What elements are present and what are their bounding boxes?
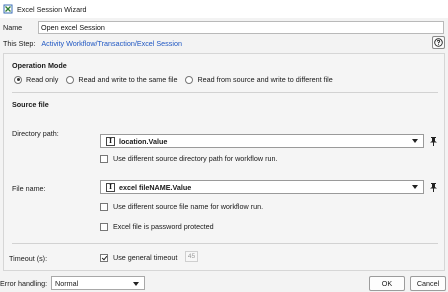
radio-button[interactable] [185,75,194,84]
radio-read-write-same[interactable]: Read and write to the same file [66,75,177,84]
settings-panel: Operation Mode Read only Read and write … [3,53,445,271]
file-name-combobox[interactable]: I excel fileNAME.Value [100,180,424,194]
variable-icon: I [106,136,115,146]
radio-button[interactable] [66,75,75,84]
directory-path-combobox[interactable]: I location.Value [100,134,424,148]
checkbox-label: Use different source file name for workf… [113,202,264,211]
error-handling-select[interactable]: Normal [51,276,145,290]
checkbox-label: Use general timeout [113,253,178,262]
operation-mode-options: Read only Read and write to the same fil… [14,75,341,84]
checkbox-label: Use different source directory path for … [113,154,278,163]
file-name-value: excel fileNAME.Value [119,182,192,192]
error-handling-label: Error handling: [0,279,48,288]
chevron-down-icon[interactable] [412,185,418,189]
radio-button[interactable] [14,75,22,84]
help-icon [434,38,443,47]
section-divider [12,243,438,244]
checkbox-box[interactable] [100,253,108,262]
radio-label: Read from source and write to different … [197,75,333,84]
name-label: Name [3,23,23,32]
radio-label: Read only [26,75,59,84]
variable-icon: I [106,182,115,192]
directory-path-label: Directory path: [12,129,59,138]
radio-read-write-different[interactable]: Read from source and write to different … [185,75,333,84]
pin-icon[interactable] [429,136,438,146]
window-title: Excel Session Wizard [17,4,87,14]
file-name-label: File name: [12,184,46,193]
radio-read-only[interactable]: Read only [14,75,58,84]
timeout-input[interactable]: 45 [185,251,198,262]
name-row: Name [0,20,448,35]
different-file-name-checkbox[interactable]: Use different source file name for workf… [100,202,263,211]
chevron-down-icon[interactable] [412,139,418,143]
operation-mode-title: Operation Mode [12,61,67,70]
timeout-label: Timeout (s): [9,254,48,263]
bottom-bar: Error handling: Normal OK Cancel [0,275,448,292]
checkbox-box[interactable] [100,222,108,231]
directory-path-value: location.Value [119,136,168,146]
section-divider [12,92,438,93]
chevron-down-icon[interactable] [133,282,139,286]
cancel-button[interactable]: Cancel [410,276,446,291]
different-directory-checkbox[interactable]: Use different source directory path for … [100,154,277,163]
checkbox-label: Excel file is password protected [113,222,214,231]
error-handling-value: Normal [55,278,79,288]
title-bar: Excel Session Wizard [0,0,448,18]
general-timeout-checkbox[interactable]: Use general timeout [100,253,177,262]
source-file-title: Source file [12,100,49,109]
checkbox-box[interactable] [100,202,108,211]
step-path-link[interactable]: Activity Workflow/Transaction/Excel Sess… [41,39,182,48]
excel-session-wizard-icon [3,4,13,14]
radio-label: Read and write to the same file [78,75,178,84]
name-input[interactable] [38,21,444,34]
password-protected-checkbox[interactable]: Excel file is password protected [100,222,214,231]
help-button[interactable] [432,36,445,49]
step-label: This Step: [3,38,36,48]
step-row: This Step: Activity Workflow/Transaction… [0,36,448,50]
checkbox-box[interactable] [100,154,108,163]
ok-button[interactable]: OK [369,276,405,291]
pin-icon[interactable] [429,182,438,192]
